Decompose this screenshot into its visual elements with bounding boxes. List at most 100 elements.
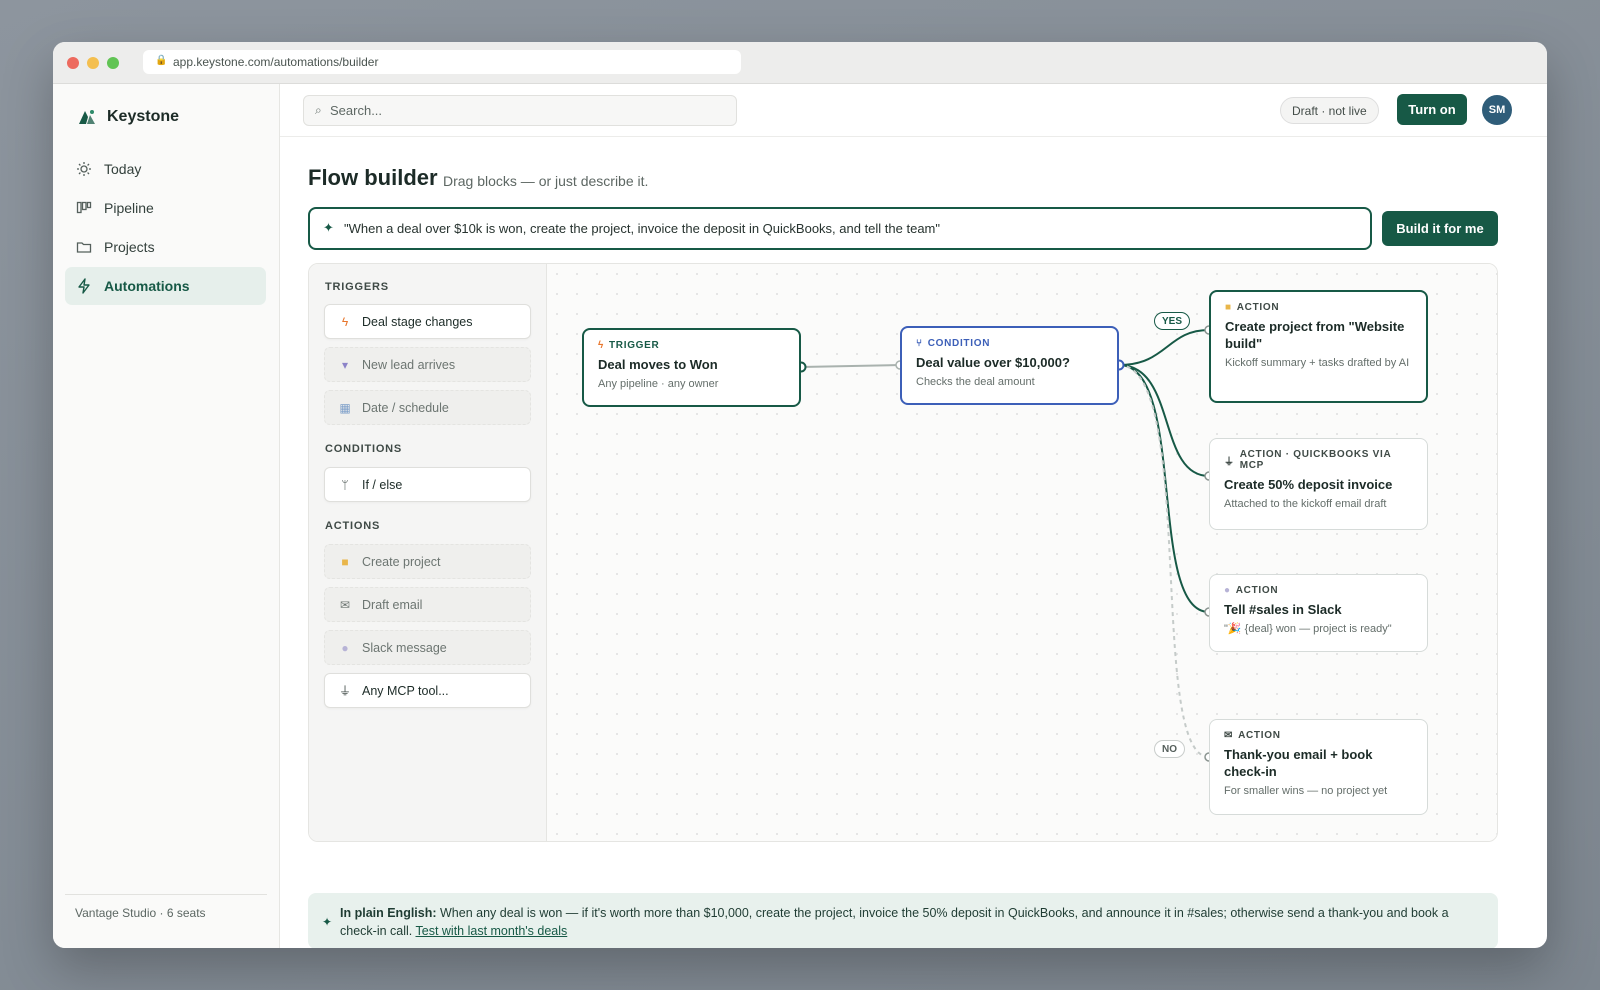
plain-english-summary: ✦ In plain English: When any deal is won… (308, 893, 1498, 948)
block-label: Slack message (362, 640, 447, 655)
node-subtitle: Checks the deal amount (916, 376, 1035, 388)
block-draft-email[interactable]: ✉ Draft email (324, 587, 531, 622)
node-tag-text: ACTION (1238, 730, 1281, 741)
browser-chrome: 🔒 app.keystone.com/automations/builder (53, 42, 1547, 84)
node-tag: ■ ACTION (1225, 302, 1412, 313)
main-area: ⌕ Search... Draft · not live Turn on SM … (280, 84, 1547, 948)
search-placeholder: Search... (330, 103, 383, 118)
bolt-icon: ϟ (598, 340, 604, 351)
builder-panel: TRIGGERS ϟ Deal stage changes ▾ New lead… (308, 263, 1498, 842)
node-title: Thank-you email + book check-in (1224, 747, 1373, 779)
sidebar-item-automations[interactable]: Automations (65, 267, 266, 305)
block-deal-stage-changes[interactable]: ϟ Deal stage changes (324, 304, 531, 339)
prompt-text: "When a deal over $10k is won, create th… (344, 221, 941, 236)
page-subtitle: Drag blocks — or just describe it. (443, 173, 649, 189)
block-label: Create project (362, 554, 441, 569)
mail-icon: ✉ (339, 597, 351, 612)
kanban-icon (76, 201, 92, 214)
node-subtitle: "🎉 {deal} won — project is ready" (1224, 623, 1392, 635)
node-subtitle: Any pipeline · any owner (598, 378, 719, 390)
node-tag-text: TRIGGER (609, 340, 660, 351)
action-node-create-project[interactable]: ■ ACTION Create project from "Website bui… (1209, 290, 1428, 403)
node-subtitle: Attached to the kickoff email draft (1224, 498, 1387, 510)
actions-heading: ACTIONS (325, 520, 381, 532)
avatar[interactable]: SM (1482, 95, 1512, 125)
sidebar-item-label: Pipeline (104, 200, 154, 216)
sidebar-item-pipeline[interactable]: Pipeline (65, 189, 266, 227)
mail-icon: ✉ (1224, 730, 1234, 741)
condition-node[interactable]: ⑂ CONDITION Deal value over $10,000? Chec… (900, 326, 1119, 405)
link-yes-project (1118, 329, 1210, 366)
search-input[interactable]: ⌕ Search... (303, 95, 737, 126)
sidebar-item-today[interactable]: Today (65, 150, 266, 188)
block-any-mcp-tool[interactable]: ⏚ Any MCP tool... (324, 673, 531, 708)
block-if-else[interactable]: ᛘ If / else (324, 467, 531, 502)
turn-on-button[interactable]: Turn on (1397, 94, 1467, 125)
branch-icon: ⑂ (916, 338, 923, 349)
yes-branch-label: YES (1154, 312, 1191, 330)
minimize-window-icon[interactable] (87, 57, 99, 69)
build-it-button[interactable]: Build it for me (1382, 211, 1498, 246)
block-slack-message[interactable]: ● Slack message (324, 630, 531, 665)
calendar-icon: ▦ (339, 400, 351, 415)
block-label: New lead arrives (362, 357, 456, 372)
sidebar-item-projects[interactable]: Projects (65, 228, 266, 266)
block-new-lead-arrives[interactable]: ▾ New lead arrives (324, 347, 531, 382)
url-text: app.keystone.com/automations/builder (173, 55, 379, 69)
flow-canvas[interactable]: ϟ TRIGGER Deal moves to Won Any pipeline … (547, 264, 1497, 841)
block-label: If / else (362, 477, 403, 492)
node-tag: ⏚ ACTION · QUICKBOOKS VIA MCP (1224, 449, 1413, 471)
node-title: Deal value over $10,000? (916, 355, 1070, 370)
action-node-slack[interactable]: ● ACTION Tell #sales in Slack "🎉 {deal} w… (1209, 574, 1428, 652)
keystone-logo-icon (79, 110, 95, 124)
chat-icon: ● (1224, 585, 1231, 596)
block-create-project[interactable]: ■ Create project (324, 544, 531, 579)
plug-icon: ⏚ (338, 684, 351, 698)
divider (65, 894, 267, 895)
node-tag: ● ACTION (1224, 585, 1413, 596)
action-node-deposit-invoice[interactable]: ⏚ ACTION · QUICKBOOKS VIA MCP Create 50% … (1209, 438, 1428, 530)
folder-icon: ■ (1225, 302, 1232, 313)
browser-window: 🔒 app.keystone.com/automations/builder K… (53, 42, 1547, 948)
node-tag-text: ACTION (1236, 302, 1280, 313)
node-tag: ✉ ACTION (1224, 730, 1413, 741)
node-tag: ⑂ CONDITION (916, 338, 1103, 349)
sidebar-item-label: Today (104, 161, 142, 177)
branch-icon: ᛘ (341, 477, 349, 492)
triggers-heading: TRIGGERS (325, 281, 389, 293)
topbar: ⌕ Search... Draft · not live Turn on SM (280, 84, 1547, 137)
status-badge: Draft · not live (1280, 97, 1379, 124)
node-title: Tell #sales in Slack (1224, 602, 1342, 617)
sidebar-item-label: Automations (104, 278, 190, 294)
workspace-info[interactable]: Vantage Studio · 6 seats (75, 906, 206, 920)
link-no-email (1118, 364, 1210, 758)
brand-name: Keystone (107, 108, 180, 125)
bolt-icon: ϟ (341, 314, 349, 329)
link-yes-slack (1118, 364, 1210, 613)
maximize-window-icon[interactable] (107, 57, 119, 69)
link-trigger-condition (800, 364, 901, 368)
sun-icon (77, 162, 91, 176)
sidebar-item-label: Projects (104, 239, 155, 255)
folder-icon: ■ (341, 554, 349, 569)
bolt-icon (78, 278, 90, 294)
sparkle-icon: ✦ (322, 915, 333, 929)
node-tag: ϟ TRIGGER (598, 340, 785, 351)
inbox-icon: ▾ (341, 357, 349, 372)
node-title: Deal moves to Won (598, 357, 718, 372)
describe-flow-input[interactable]: ✦ "When a deal over $10k is won, create … (308, 207, 1372, 250)
action-node-thank-you-email[interactable]: ✉ ACTION Thank-you email + book check-in … (1209, 719, 1428, 815)
node-title: Create project from "Website build" (1225, 319, 1405, 351)
node-tag-text: ACTION (1235, 585, 1279, 596)
block-date-schedule[interactable]: ▦ Date / schedule (324, 390, 531, 425)
test-deals-link[interactable]: Test with last month's deals (416, 924, 568, 938)
close-window-icon[interactable] (67, 57, 79, 69)
node-title: Create 50% deposit invoice (1224, 477, 1393, 492)
node-tag-text: CONDITION (927, 338, 991, 349)
trigger-node[interactable]: ϟ TRIGGER Deal moves to Won Any pipeline … (582, 328, 801, 407)
folder-icon (76, 242, 92, 253)
brand[interactable]: Keystone (77, 108, 179, 126)
block-palette: TRIGGERS ϟ Deal stage changes ▾ New lead… (309, 264, 547, 841)
address-bar[interactable]: 🔒 app.keystone.com/automations/builder (143, 50, 741, 74)
sidebar: Keystone Today Pipeline Projects Automat… (53, 84, 280, 948)
